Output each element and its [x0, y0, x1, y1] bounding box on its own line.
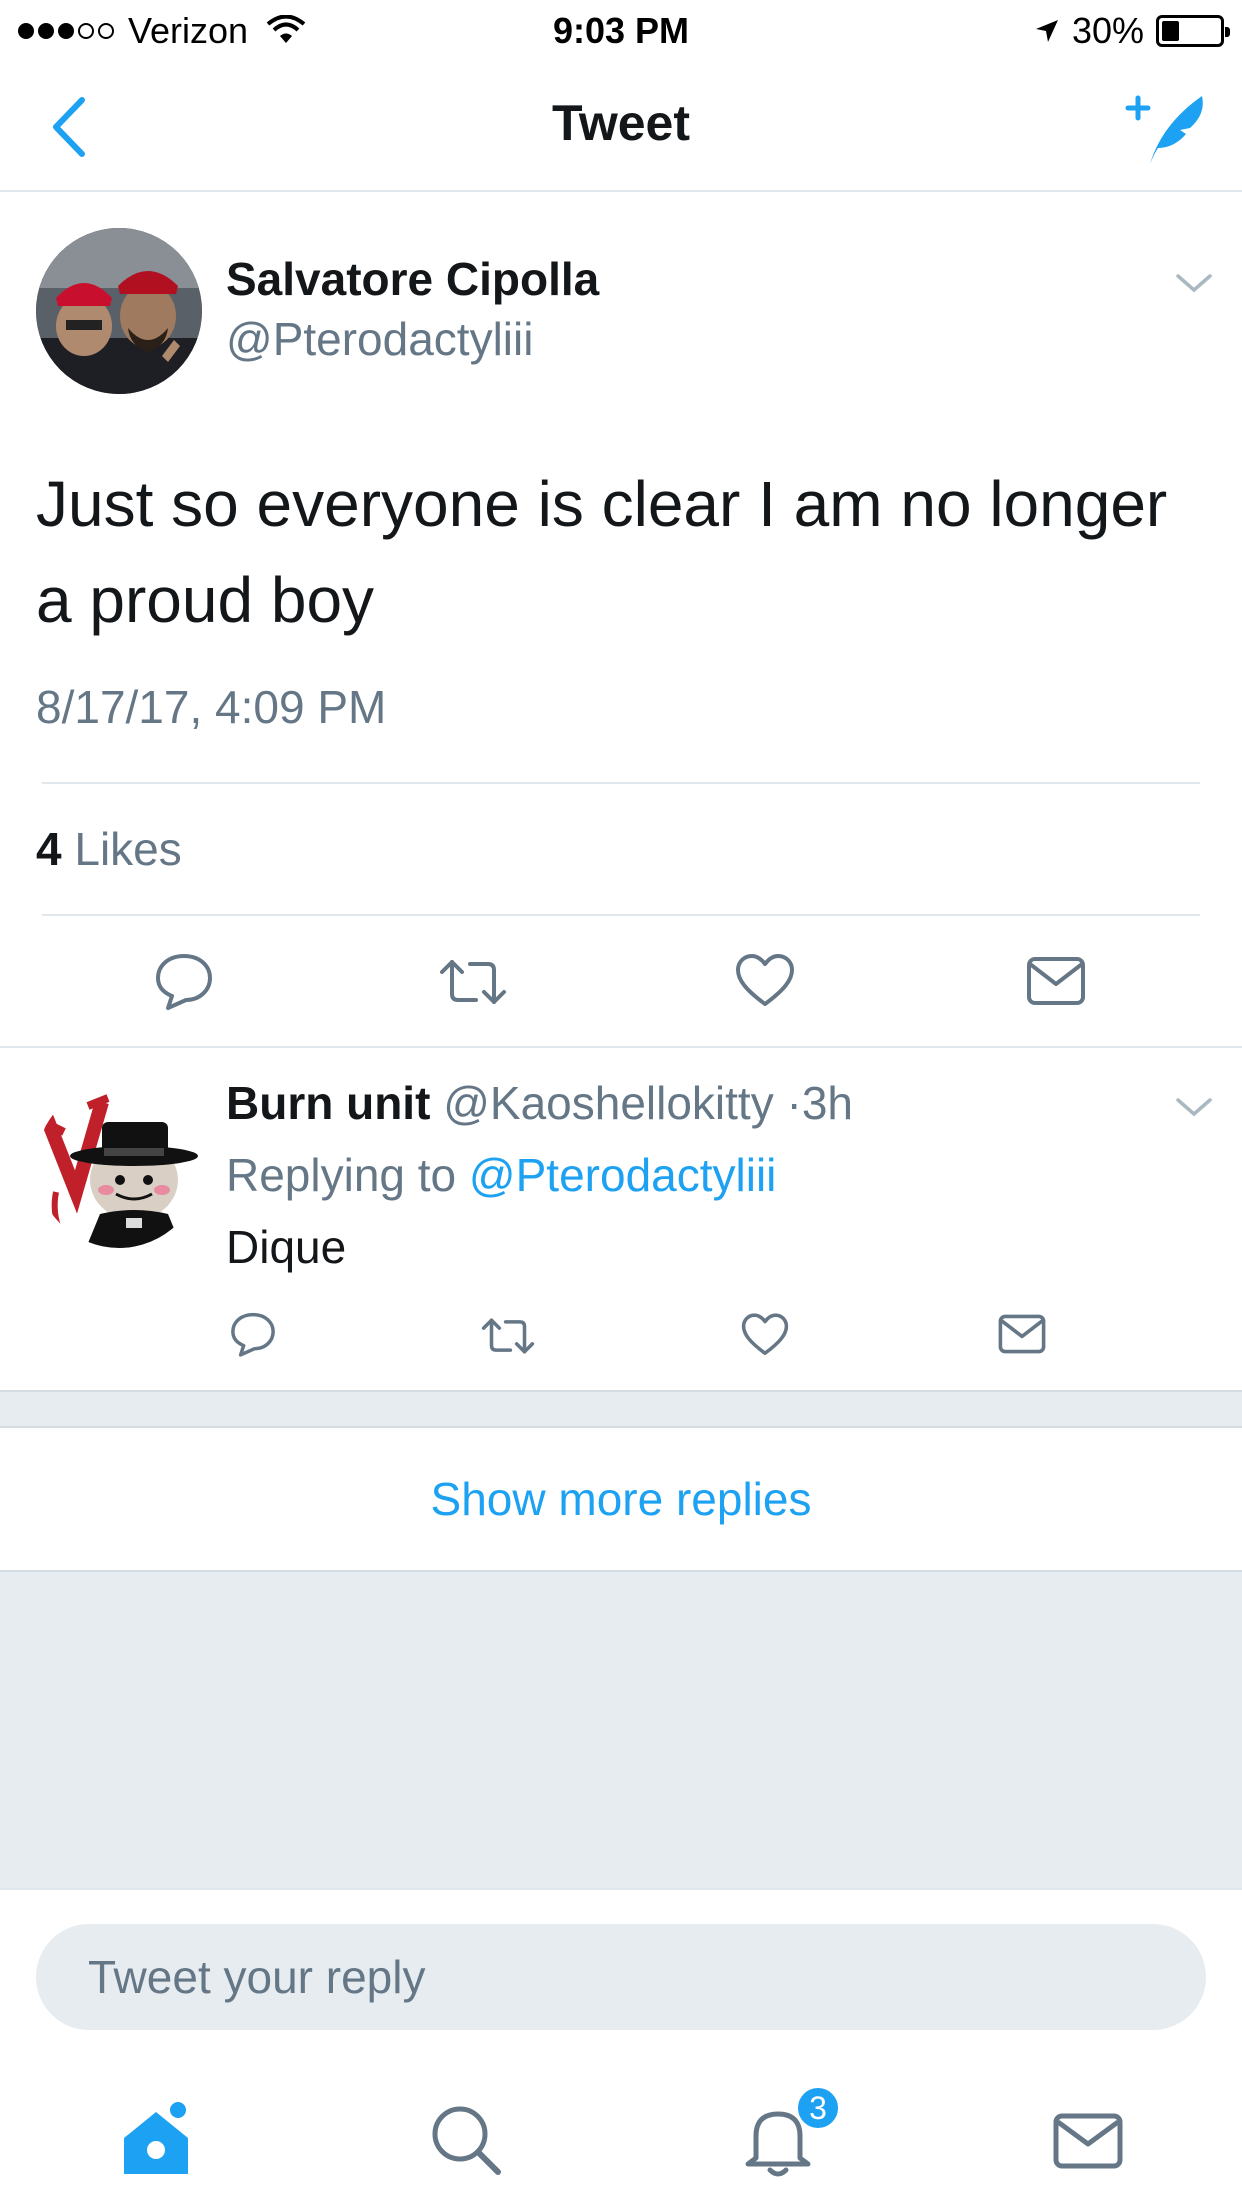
show-more-replies-button[interactable]: Show more replies	[0, 1428, 1242, 1570]
direct-message-icon[interactable]	[1026, 956, 1086, 1006]
reply-icon[interactable]	[152, 950, 216, 1012]
tweet-text: Just so everyone is clear I am no longer…	[36, 468, 1168, 636]
reply-age: 3h	[801, 1077, 853, 1129]
reply-icon[interactable]	[228, 1310, 278, 1358]
section-gap	[0, 1390, 1242, 1428]
tweet-timestamp: 8/17/17, 4:09 PM	[36, 681, 387, 733]
status-bar: Verizon 9:03 PM 30%	[0, 0, 1242, 62]
chevron-down-icon[interactable]	[1174, 268, 1214, 298]
reply-text: Dique	[226, 1221, 347, 1273]
like-heart-icon[interactable]	[734, 952, 796, 1010]
likes-label: Likes	[74, 823, 182, 875]
author-avatar[interactable]	[36, 228, 202, 394]
like-heart-icon[interactable]	[740, 1312, 790, 1358]
empty-area	[0, 1570, 1242, 1888]
likes-count[interactable]: 4 Likes	[36, 822, 182, 876]
search-icon[interactable]	[426, 2100, 506, 2180]
retweet-icon[interactable]	[480, 1314, 536, 1358]
page-title: Tweet	[552, 95, 690, 151]
replying-to-mention[interactable]: @Pterodactyliii	[469, 1149, 776, 1201]
author-name[interactable]: Salvatore Cipolla	[226, 252, 599, 306]
likes-number: 4	[36, 823, 62, 875]
battery-icon	[1156, 15, 1230, 47]
reply-separator: ·	[786, 1077, 802, 1129]
direct-message-icon[interactable]	[998, 1314, 1046, 1354]
navigation-bar: Tweet	[0, 62, 1242, 192]
compose-tweet-icon[interactable]	[1122, 84, 1212, 170]
replying-to-line: Replying to @Pterodactyliii	[226, 1148, 776, 1202]
status-right: 30%	[1034, 10, 1230, 52]
location-arrow-icon	[1035, 20, 1058, 42]
author-handle[interactable]: @Pterodactyliii	[226, 312, 533, 366]
reply-author-handle[interactable]: @Kaoshellokitty	[443, 1077, 774, 1129]
divider	[42, 782, 1200, 784]
notifications-badge: 3	[795, 2085, 841, 2131]
divider	[0, 1046, 1242, 1048]
divider	[42, 914, 1200, 916]
messages-envelope-icon[interactable]	[1048, 2100, 1128, 2180]
reply-author-name[interactable]: Burn unit	[226, 1077, 430, 1129]
home-icon[interactable]	[116, 2100, 196, 2180]
chevron-down-icon[interactable]	[1174, 1092, 1214, 1122]
tweet-reply-input[interactable]	[36, 1924, 1206, 2030]
replying-to-label: Replying to	[226, 1149, 457, 1201]
reply-header: Burn unit @Kaoshellokitty ·3h	[226, 1076, 853, 1130]
battery-percentage: 30%	[1071, 10, 1144, 51]
reply-author-avatar[interactable]	[36, 1082, 202, 1248]
retweet-icon[interactable]	[438, 954, 508, 1010]
